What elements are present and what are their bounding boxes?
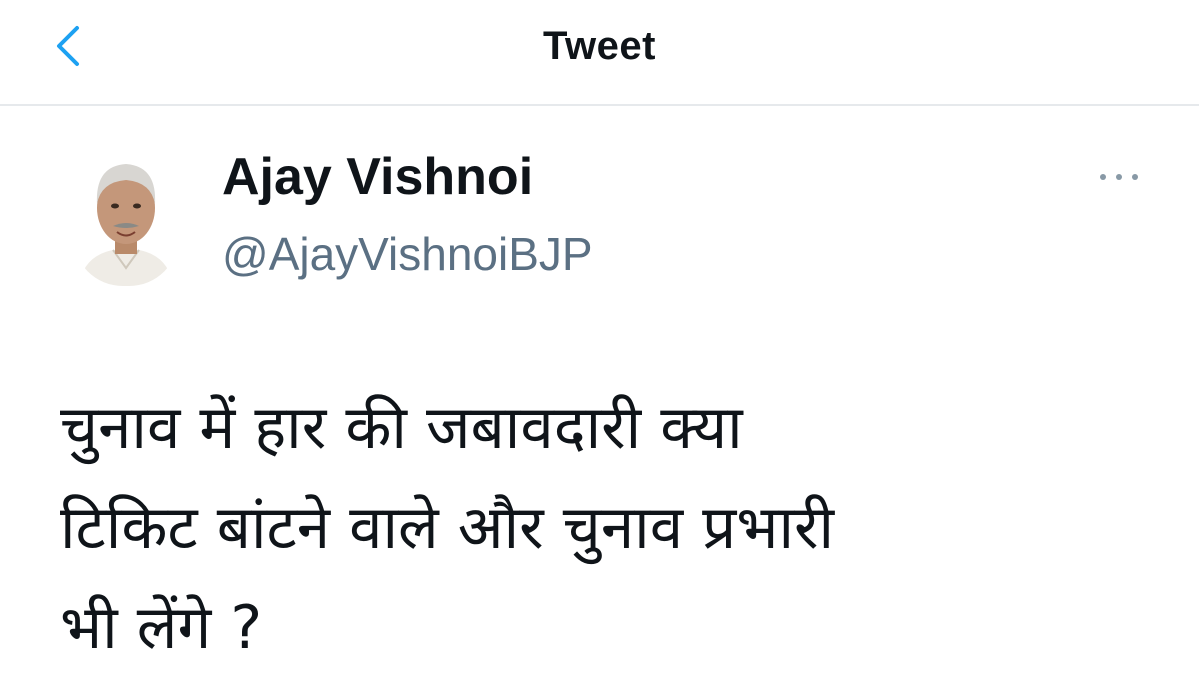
tweet: Ajay Vishnoi @AjayVishnoiBJP चुनाव में ह…	[0, 106, 1199, 697]
more-options-icon	[1100, 174, 1138, 180]
author-display-name[interactable]: Ajay Vishnoi	[222, 146, 533, 208]
page-title: Tweet	[543, 24, 656, 68]
tweet-text: चुनाव में हार की जबावदारी क्या टिकिट बां…	[60, 393, 835, 663]
profile-photo	[73, 146, 179, 286]
top-bar: Tweet	[0, 0, 1199, 106]
author-handle[interactable]: @AjayVishnoiBJP	[222, 226, 593, 282]
avatar[interactable]	[73, 146, 179, 286]
more-options-button[interactable]	[1091, 162, 1147, 192]
